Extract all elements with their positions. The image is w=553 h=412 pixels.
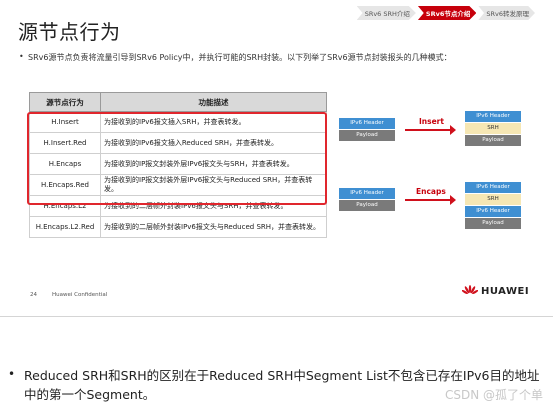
table-row: H.Encaps.L2 为接收到的二层帧外封装IPv6报文头与SRH，并查表转发… <box>29 195 327 217</box>
insert-label: Insert <box>419 117 444 126</box>
behavior-table: 源节点行为 功能描述 H.Insert 为接收到的IPv6报文插入SRH，并查表… <box>29 92 327 238</box>
insert-after-payload: Payload <box>465 135 521 146</box>
confidential-label: Huawei Confidential <box>52 292 108 298</box>
insert-before-ipv6: IPv6 Header <box>339 118 395 129</box>
divider <box>0 316 553 317</box>
watermark: CSDN @孤了个单 <box>444 388 543 402</box>
logo-wordmark: HUAWEI <box>481 285 530 297</box>
table-row: H.Insert 为接收到的IPv6报文插入SRH，并查表转发。 <box>29 111 327 133</box>
desc-cell: 为接收到的IP报文封装外层IPv6报文头与SRH，并查表转发。 <box>100 153 327 175</box>
behavior-cell: H.Insert <box>29 111 101 133</box>
bullet-text: SRv6源节点负责将流量引导到SRv6 Policy中，并执行可能的SRH封装。… <box>28 53 452 62</box>
behavior-cell: H.Encaps.Red <box>29 174 101 196</box>
slide-title: 源节点行为 <box>18 20 121 44</box>
insert-arrow <box>405 125 456 135</box>
table-row: H.Encaps.L2.Red 为接收到的二层帧外封装IPv6报文头与Reduc… <box>29 216 327 238</box>
encaps-after-srh: SRH <box>465 194 521 205</box>
desc-cell: 为接收到的二层帧外封装IPv6报文头与Reduced SRH，并查表转发。 <box>100 216 327 238</box>
desc-cell: 为接收到的IPv6报文插入SRH，并查表转发。 <box>100 111 327 133</box>
behavior-cell: H.Encaps.L2 <box>29 195 101 217</box>
table-header-behavior: 源节点行为 <box>29 92 101 112</box>
nav-tab-srh-intro[interactable]: SRv6 SRH介绍 <box>356 6 416 20</box>
insert-after-ipv6: IPv6 Header <box>465 111 521 122</box>
nav-tab-forwarding[interactable]: SRv6转发原理 <box>478 6 535 20</box>
encaps-arrow <box>405 195 456 205</box>
encaps-after-ipv6-outer: IPv6 Header <box>465 182 521 193</box>
insert-after-srh: SRH <box>465 123 521 134</box>
encaps-after-ipv6-inner: IPv6 Header <box>465 206 521 217</box>
encaps-after-payload: Payload <box>465 218 521 229</box>
slide: 源节点行为 SRv6 SRH介绍 SRv6节点介绍 SRv6转发原理 • SRv… <box>0 0 553 316</box>
huawei-logo: HUAWEI <box>462 285 529 297</box>
behavior-cell: H.Encaps.L2.Red <box>29 216 101 238</box>
encaps-before-payload: Payload <box>339 200 395 211</box>
table-row: H.Insert.Red 为接收到的IPv6报文插入Reduced SRH，并查… <box>29 132 327 154</box>
encaps-label: Encaps <box>416 187 446 196</box>
note-bullet-dot: • <box>8 367 16 381</box>
desc-cell: 为接收到的IP报文封装外层IPv6报文头与Reduced SRH，并查表转发。 <box>100 174 327 196</box>
bullet-dot: • <box>19 52 24 61</box>
nav-tab-node-intro[interactable]: SRv6节点介绍 <box>417 6 477 20</box>
section-nav: SRv6 SRH介绍 SRv6节点介绍 SRv6转发原理 <box>355 6 535 20</box>
desc-cell: 为接收到的IPv6报文插入Reduced SRH，并查表转发。 <box>100 132 327 154</box>
behavior-cell: H.Insert.Red <box>29 132 101 154</box>
huawei-petal-icon <box>462 285 478 295</box>
behavior-cell: H.Encaps <box>29 153 101 175</box>
page-number: 24 <box>30 292 37 298</box>
table-header-desc: 功能描述 <box>100 92 327 112</box>
encaps-before-ipv6: IPv6 Header <box>339 188 395 199</box>
desc-cell: 为接收到的二层帧外封装IPv6报文头与SRH，并查表转发。 <box>100 195 327 217</box>
table-row: H.Encaps 为接收到的IP报文封装外层IPv6报文头与SRH，并查表转发。 <box>29 153 327 175</box>
table-row: H.Encaps.Red 为接收到的IP报文封装外层IPv6报文头与Reduce… <box>29 174 327 196</box>
insert-before-payload: Payload <box>339 130 395 141</box>
